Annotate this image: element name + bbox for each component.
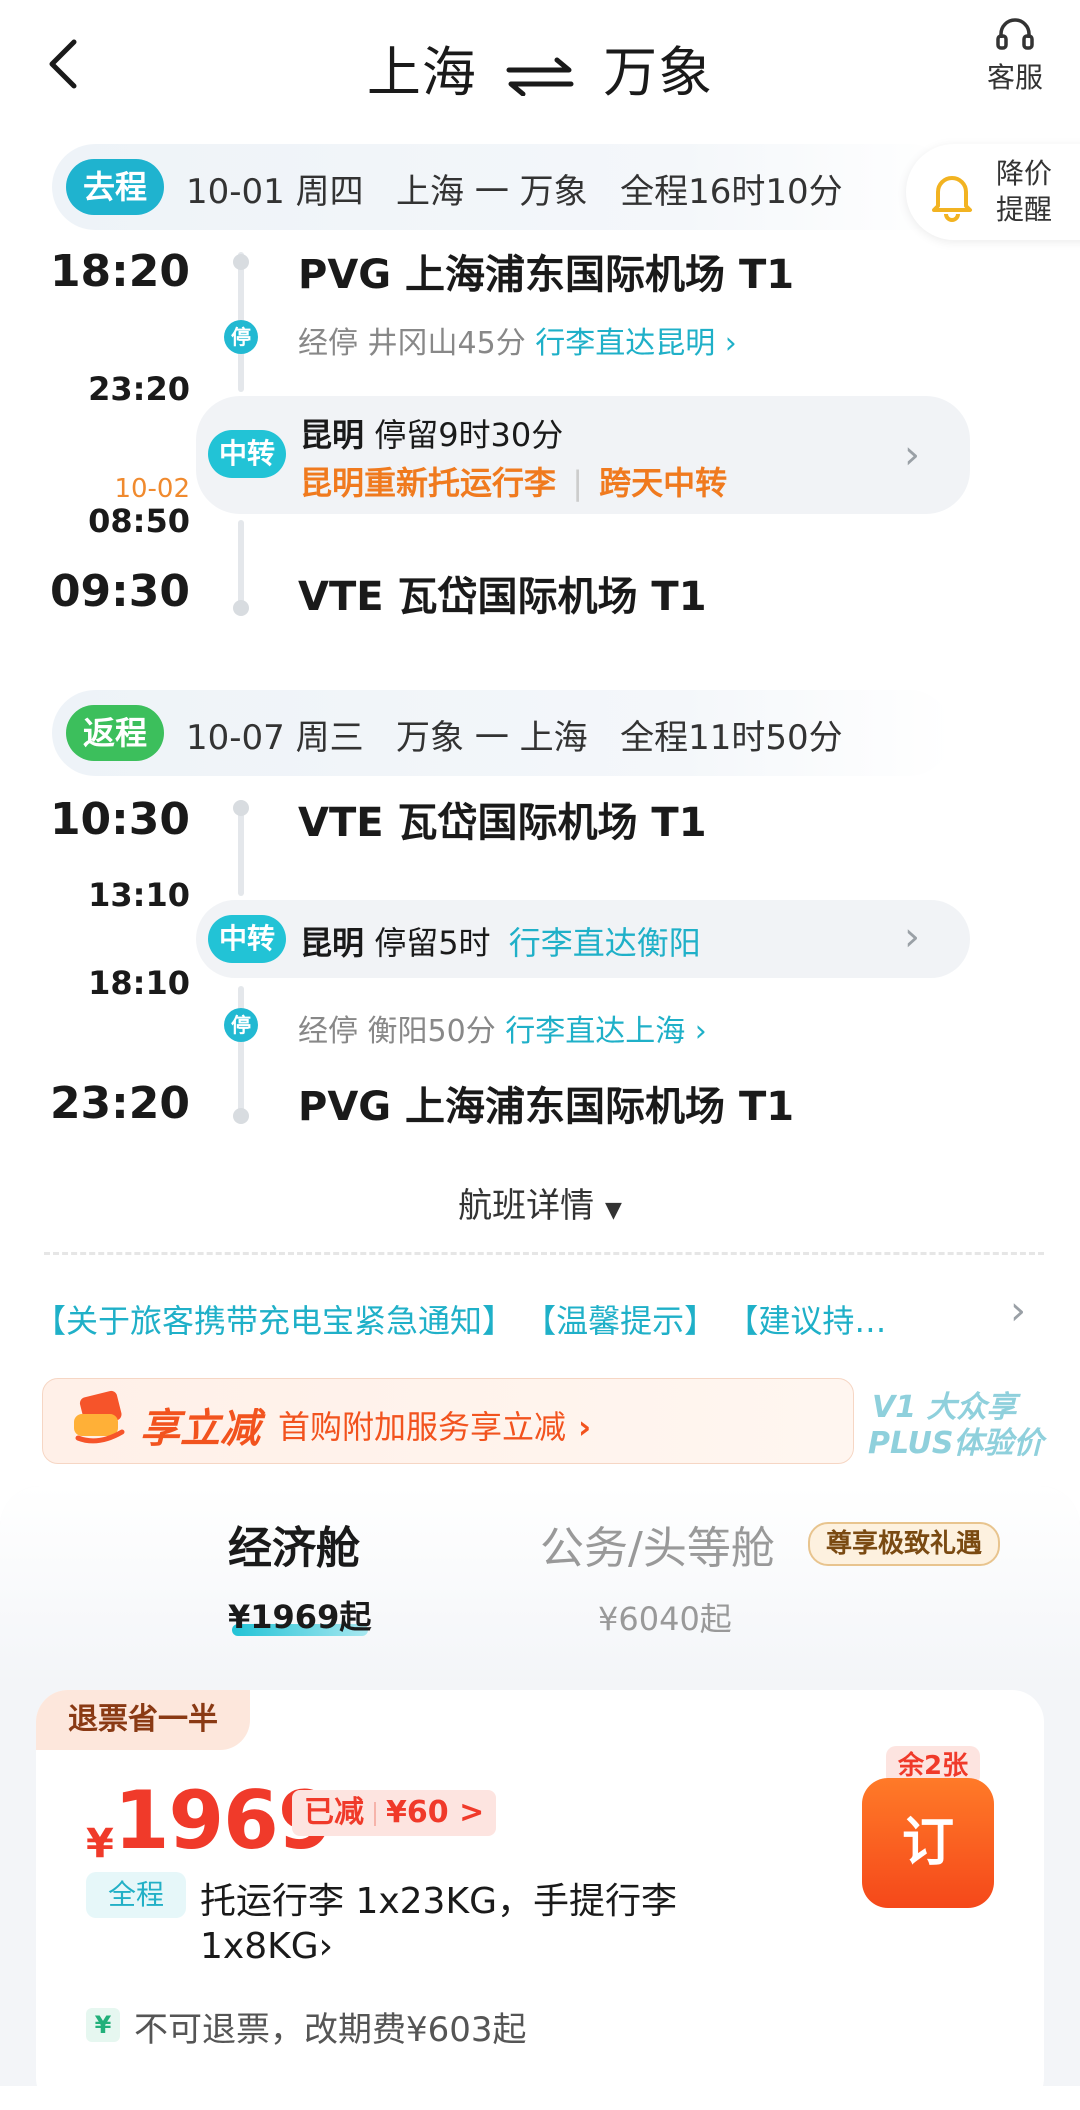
refund-half-tag: 退票省一半 <box>36 1690 250 1750</box>
price-alert-label: 降价 提醒 <box>996 156 1052 228</box>
outbound-transfer-arrive-time: 23:20 <box>88 370 190 408</box>
currency-symbol: ¥ <box>86 1821 114 1867</box>
route-title: 上海 万象 <box>0 28 1080 107</box>
price-alert-line1: 降价 <box>996 157 1053 190</box>
return-stop-text: 经停 衡阳50分 <box>298 1014 496 1049</box>
chevron-right-icon: › <box>1010 1288 1026 1334</box>
timeline-dot <box>233 1108 249 1124</box>
outbound-stop-text: 经停 井冈山45分 <box>298 326 526 361</box>
outbound-arrive-time: 09:30 <box>49 566 190 617</box>
return-baggage-through: 行李直达衡阳 <box>508 924 701 962</box>
headset-icon <box>996 18 1034 50</box>
caret-down-icon: ▼ <box>604 1198 622 1223</box>
tab-economy-price: ¥1969起 <box>228 1598 372 1636</box>
dashed-divider <box>44 1252 1044 1255</box>
return-arrive-airport: PVG 上海浦东国际机场 T1 <box>298 1084 795 1130</box>
timeline-dot <box>233 600 249 616</box>
coupon-icon <box>74 1390 125 1444</box>
promo-subtitle: 首购附加服务享立减 › <box>278 1402 591 1448</box>
tab-economy[interactable]: 经济舱 <box>228 1512 360 1576</box>
discount-label: 已减 <box>304 1795 364 1830</box>
return-stop-info[interactable]: 经停 衡阳50分 行李直达上海 › <box>298 1006 707 1050</box>
timeline-dot <box>233 254 249 270</box>
return-summary: 10-07 周三 万象 一 上海 全程11时50分 <box>186 718 843 758</box>
outbound-depart-time: 18:20 <box>49 246 190 297</box>
chevron-right-icon: › <box>904 432 920 478</box>
discount-value: ¥60 > <box>386 1795 485 1830</box>
outbound-tag: 去程 <box>66 159 164 215</box>
return-transfer-stay: 停留5时 <box>374 924 491 962</box>
baggage-info-link[interactable]: 1x8KG› <box>200 1926 333 1967</box>
outbound-overnight-note: 跨天中转 <box>599 464 728 502</box>
outbound-transfer-line1: 昆明 停留9时30分 <box>300 410 563 456</box>
to-city: 万象 <box>603 41 714 104</box>
outbound-transfer-depart-time: 08:50 <box>88 502 190 540</box>
chevron-right-icon: › <box>685 1014 707 1049</box>
transfer-tag: 中转 <box>208 430 286 478</box>
return-depart-airport: VTE 瓦岱国际机场 T1 <box>298 800 707 846</box>
outbound-transfer-line2: 昆明重新托运行李 | 跨天中转 <box>300 458 727 504</box>
chevron-right-icon: › <box>578 1408 592 1446</box>
stop-badge: 停 <box>224 1008 258 1042</box>
flight-details-toggle[interactable]: 航班详情 ▼ <box>0 1178 1080 1227</box>
baggage-line1: 托运行李 1x23KG，手提行李 <box>200 1881 677 1922</box>
return-transfer-city: 昆明 <box>300 924 365 962</box>
outbound-depart-airport: PVG 上海浦东国际机场 T1 <box>298 252 795 298</box>
refund-policy-text: 不可退票，改期费¥603起 <box>134 2010 527 2050</box>
timeline-line <box>238 986 244 1116</box>
book-button[interactable]: 订 <box>862 1778 994 1908</box>
return-depart-time: 10:30 <box>49 794 190 845</box>
outbound-recheck-note: 昆明重新托运行李 <box>300 464 557 502</box>
transfer-tag: 中转 <box>208 915 286 963</box>
scope-tag: 全程 <box>86 1872 186 1918</box>
yen-icon: ¥ <box>86 2008 120 2042</box>
tab-business[interactable]: 公务/头等舱 <box>540 1512 775 1576</box>
customer-service-button[interactable]: 客服 <box>972 14 1058 96</box>
flight-details-label: 航班详情 <box>458 1186 595 1226</box>
chevron-right-icon: › <box>904 914 920 960</box>
chevron-right-icon: › <box>715 326 737 361</box>
from-city: 上海 <box>366 41 477 104</box>
outbound-arrive-airport: VTE 瓦岱国际机场 T1 <box>298 574 707 620</box>
chevron-right-icon: › <box>318 1926 334 1967</box>
bell-icon <box>932 176 972 222</box>
divider: | <box>572 464 583 502</box>
stop-badge: 停 <box>224 320 258 354</box>
return-arrive-time: 23:20 <box>49 1078 190 1129</box>
customer-service-label: 客服 <box>986 61 1043 94</box>
discount-badge[interactable]: 已减 ¥60 > <box>292 1790 497 1836</box>
promo-subtitle-text: 首购附加服务享立减 <box>278 1408 567 1446</box>
timeline-line <box>238 520 244 608</box>
timeline-dot <box>233 800 249 816</box>
return-transfer-depart-time: 18:10 <box>88 964 190 1002</box>
return-baggage-link[interactable]: 行李直达上海 <box>505 1014 685 1049</box>
return-transfer-line: 昆明 停留5时 行李直达衡阳 <box>300 918 701 964</box>
outbound-summary: 10-01 周四 上海 一 万象 全程16时10分 <box>186 172 843 212</box>
round-trip-arrows-icon <box>506 57 574 97</box>
price-alert-line2: 提醒 <box>996 193 1053 226</box>
notice-banner[interactable]: 【关于旅客携带充电宝紧急通知】 【温馨提示】 【建议持… <box>34 1296 886 1342</box>
notice-text: 【关于旅客携带充电宝紧急通知】 【温馨提示】 【建议持… <box>34 1302 887 1340</box>
outbound-transfer-date: 10-02 <box>114 474 190 504</box>
promo-title: 享立减 <box>140 1406 260 1452</box>
outbound-baggage-link[interactable]: 行李直达昆明 <box>535 326 715 361</box>
return-tag: 返程 <box>66 705 164 761</box>
outbound-transfer-stay: 停留9时30分 <box>374 416 564 454</box>
outbound-stop-info[interactable]: 经停 井冈山45分 行李直达昆明 › <box>298 318 737 362</box>
return-transfer-arrive-time: 13:10 <box>88 876 190 914</box>
divider <box>374 1801 376 1826</box>
outbound-transfer-city: 昆明 <box>300 416 365 454</box>
tab-business-price: ¥6040起 <box>598 1600 732 1638</box>
business-badge: 尊享极致礼遇 <box>808 1522 1001 1566</box>
plus-line2: PLUS体验价 <box>868 1426 1044 1461</box>
baggage-line2: 1x8KG <box>200 1926 319 1967</box>
